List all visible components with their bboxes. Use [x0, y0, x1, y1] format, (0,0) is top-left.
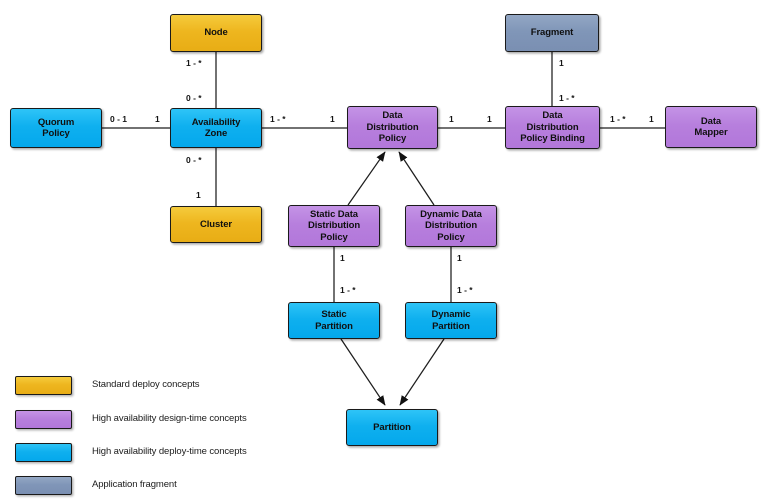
legend-swatch-ha-design-time: [15, 410, 72, 429]
multiplicity-label: 1 - *: [270, 114, 286, 124]
class-box-fragment[interactable]: Fragment: [505, 14, 599, 52]
multiplicity-label: 1 - *: [559, 93, 575, 103]
multiplicity-label: 1: [155, 114, 160, 124]
legend-label-standard-deploy: Standard deploy concepts: [92, 379, 200, 390]
class-box-dynamic-data-distribution-policy[interactable]: Dynamic Data Distribution Policy: [405, 205, 497, 247]
multiplicity-label: 0 - *: [186, 155, 202, 165]
multiplicity-label: 1 - *: [457, 285, 473, 295]
class-label-ddpb: Data Distribution Policy Binding: [520, 110, 585, 145]
class-label-partition: Partition: [373, 421, 411, 433]
multiplicity-label: 1: [449, 114, 454, 124]
edge-static-partition-generalization: [340, 338, 386, 406]
legend-label-ha-deploy-time: High availability deploy-time concepts: [92, 446, 247, 457]
class-box-static-data-distribution-policy[interactable]: Static Data Distribution Policy: [288, 205, 380, 247]
edge-dynamic-partition-generalization: [399, 338, 445, 406]
multiplicity-label: 1: [559, 58, 564, 68]
class-label-fragment: Fragment: [530, 27, 574, 39]
class-box-data-distribution-policy[interactable]: Data Distribution Policy: [347, 106, 438, 149]
class-box-partition[interactable]: Partition: [346, 409, 438, 446]
class-label-quorum: Quorum Policy: [37, 116, 75, 140]
class-box-quorum-policy[interactable]: Quorum Policy: [10, 108, 102, 148]
legend-label-ha-design-time: High availability design-time concepts: [92, 413, 247, 424]
class-label-dynamic-ddp: Dynamic Data Distribution Policy: [420, 208, 482, 243]
class-label-data-mapper: Data Mapper: [694, 115, 728, 139]
class-label-cluster: Cluster: [199, 218, 233, 230]
multiplicity-label: 0 - 1: [110, 114, 128, 124]
legend-swatch-standard-deploy: [15, 376, 72, 395]
class-box-cluster[interactable]: Cluster: [170, 206, 262, 243]
legend-swatch-ha-deploy-time: [15, 443, 72, 462]
multiplicity-label: 1 - *: [610, 114, 626, 124]
class-label-dynamic-partition: Dynamic Partition: [431, 309, 471, 332]
class-label-static-ddp: Static Data Distribution Policy: [307, 208, 361, 243]
multiplicity-label: 1: [649, 114, 654, 124]
class-label-node: Node: [204, 27, 228, 39]
legend-label-application-fragment: Application fragment: [92, 479, 177, 490]
class-label-ddp: Data Distribution Policy: [366, 110, 419, 145]
class-box-node[interactable]: Node: [170, 14, 262, 52]
multiplicity-label: 1: [340, 253, 345, 263]
class-box-availability-zone[interactable]: Availability Zone: [170, 108, 262, 148]
edge-dynamic-policy-generalization: [398, 151, 435, 206]
class-box-static-partition[interactable]: Static Partition: [288, 302, 380, 339]
multiplicity-label: 1: [196, 190, 201, 200]
multiplicity-label: 1: [487, 114, 492, 124]
multiplicity-label: 1 - *: [186, 58, 202, 68]
multiplicity-label: 1: [457, 253, 462, 263]
legend-swatch-application-fragment: [15, 476, 72, 495]
class-label-availability-zone: Availability Zone: [191, 116, 241, 140]
class-box-dynamic-partition[interactable]: Dynamic Partition: [405, 302, 497, 339]
diagram-canvas: Node Fragment Quorum Policy Availability…: [0, 0, 765, 501]
multiplicity-label: 1 - *: [340, 285, 356, 295]
multiplicity-label: 0 - *: [186, 93, 202, 103]
class-box-data-mapper[interactable]: Data Mapper: [665, 106, 757, 148]
edge-static-policy-generalization: [347, 151, 386, 206]
multiplicity-label: 1: [330, 114, 335, 124]
class-label-static-partition: Static Partition: [315, 309, 353, 332]
class-box-policy-binding[interactable]: Data Distribution Policy Binding: [505, 106, 600, 149]
